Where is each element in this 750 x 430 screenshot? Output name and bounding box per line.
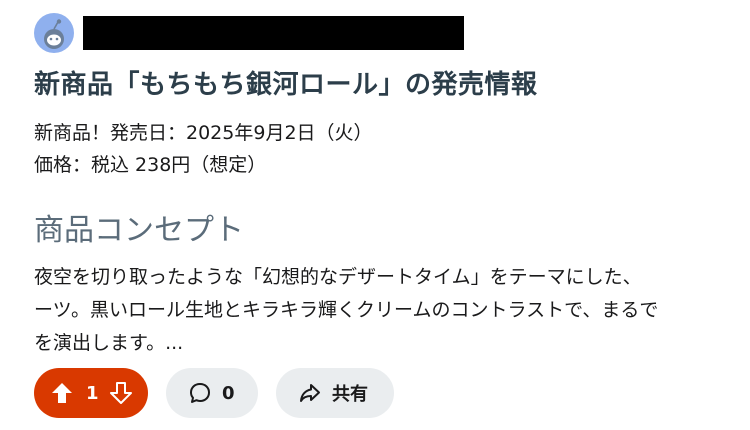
upvote-button[interactable]	[48, 379, 76, 407]
share-arrow-icon	[300, 384, 320, 402]
price-text: 価格：税込 238円（想定）	[34, 154, 267, 176]
post-header	[34, 12, 74, 54]
release-date-text: 新商品！発売日：2025年9月2日（火）	[34, 122, 373, 144]
vote-count: 1	[86, 382, 99, 404]
post-card: 新商品「もちもち銀河ロール」の発売情報 新商品！発売日：2025年9月2日（火）…	[0, 0, 750, 430]
section-heading: 商品コンセプト	[34, 213, 244, 248]
post-actions: 1 0 共有	[34, 368, 394, 418]
arrow-up-icon	[52, 383, 72, 403]
redacted-username	[83, 16, 464, 50]
comment-bubble-icon	[190, 383, 210, 403]
snoo-avatar-icon	[44, 19, 64, 49]
comment-count: 0	[222, 382, 235, 404]
downvote-button[interactable]	[107, 379, 135, 407]
body-text-line: 夜空を切り取ったような「幻想的なデザートタイム」をテーマにした、	[34, 266, 642, 288]
arrow-down-icon	[109, 382, 132, 404]
body-text-line: を演出します。...	[34, 332, 184, 354]
share-button[interactable]: 共有	[276, 368, 394, 418]
body-text-line: ーツ。黒いロール生地とキラキラ輝くクリームのコントラストで、まるで	[34, 299, 659, 321]
share-label: 共有	[332, 384, 368, 405]
avatar[interactable]	[34, 13, 74, 53]
post-title[interactable]: 新商品「もちもち銀河ロール」の発売情報	[34, 64, 538, 101]
comments-button[interactable]: 0	[166, 368, 258, 418]
vote-control: 1	[34, 368, 148, 418]
